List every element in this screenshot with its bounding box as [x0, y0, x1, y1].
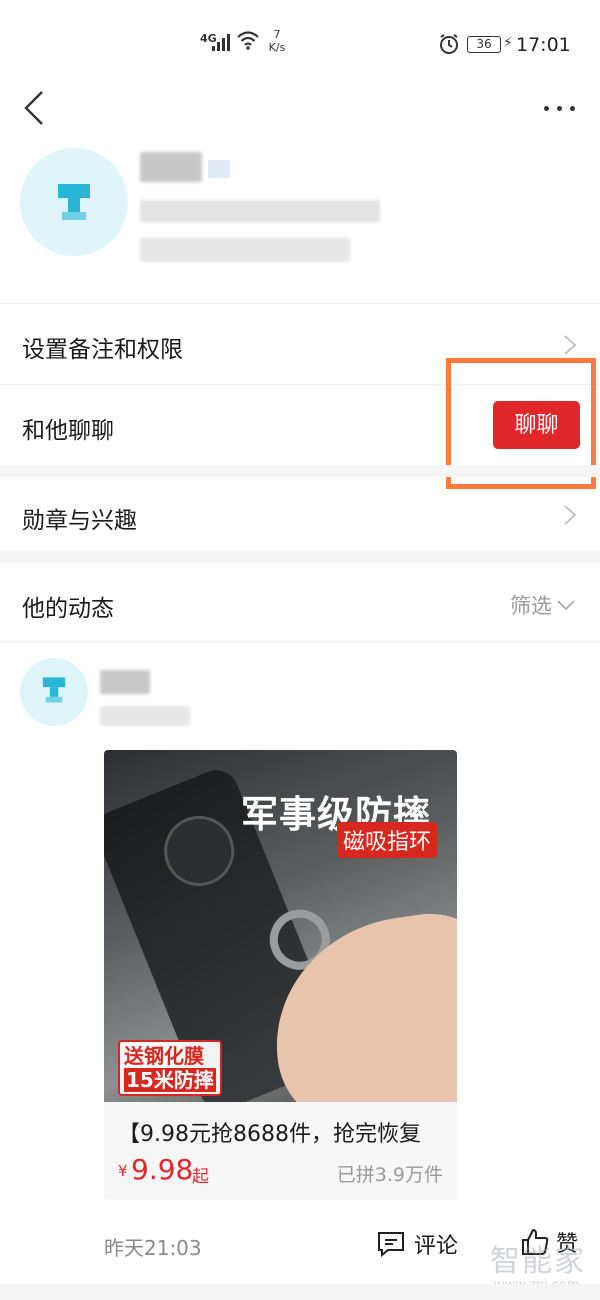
comment-label: 评论: [414, 1234, 459, 1259]
product-title: 【9.98元抢8688件，抢完恢复: [118, 1122, 421, 1147]
price-currency: ¥: [118, 1162, 128, 1180]
wifi-icon: [237, 31, 259, 50]
status-bar: 4G 7 K/s 36 ⚡ 17:01: [0, 0, 600, 80]
post-username-blurred: [100, 670, 150, 694]
badges-row[interactable]: 勋章与兴趣: [0, 477, 600, 551]
section-gap: [0, 465, 600, 477]
divider: [0, 641, 600, 642]
charging-icon: ⚡: [503, 35, 513, 51]
filter-button[interactable]: 筛选: [510, 590, 576, 620]
filter-label: 筛选: [510, 594, 552, 618]
trophy-icon: [42, 677, 66, 703]
avatar[interactable]: [20, 148, 128, 256]
price-value: 9.98: [131, 1153, 194, 1186]
section-gap: [0, 551, 600, 563]
price-suffix: 起: [192, 1167, 209, 1187]
image-tag: 磁吸指环: [337, 822, 438, 858]
camera-lens: [153, 805, 245, 897]
more-icon[interactable]: [544, 100, 578, 116]
profile-info-blurred: [140, 200, 380, 222]
post-subtitle-blurred: [100, 706, 190, 726]
settings-label: 设置备注和权限: [22, 337, 183, 363]
chevron-right-icon: [564, 335, 577, 355]
username-blurred: [140, 152, 202, 182]
comment-icon: [378, 1232, 404, 1258]
back-icon[interactable]: [22, 88, 52, 128]
profile-info-blurred: [140, 238, 350, 262]
chevron-right-icon: [564, 505, 577, 525]
post-avatar[interactable]: [20, 658, 88, 726]
comment-button[interactable]: 评论: [376, 1228, 458, 1260]
feed-title: 他的动态: [22, 596, 114, 622]
section-gap: [0, 1284, 600, 1300]
clock: 17:01: [516, 34, 571, 56]
sold-count: 已拼3.9万件: [336, 1164, 443, 1186]
trophy-icon: [58, 184, 90, 220]
alarm-icon: [440, 34, 458, 54]
product-card[interactable]: 军事级防摔 磁吸指环 送钢化膜 15米防摔 【9.98元抢8688件，抢完恢复 …: [104, 750, 457, 1200]
level-badge-icon: [208, 160, 230, 178]
chevron-down-icon: [557, 600, 575, 611]
badges-label: 勋章与兴趣: [22, 508, 137, 534]
network-speed: 7 K/s: [268, 28, 286, 54]
image-sticker: 送钢化膜 15米防摔: [118, 1040, 222, 1096]
product-image: 军事级防摔 磁吸指环 送钢化膜 15米防摔: [104, 750, 457, 1102]
signal-icon: [212, 33, 230, 51]
battery-icon: 36: [467, 36, 501, 53]
post-time: 昨天21:03: [104, 1236, 202, 1260]
chat-label: 和他聊聊: [22, 418, 114, 444]
